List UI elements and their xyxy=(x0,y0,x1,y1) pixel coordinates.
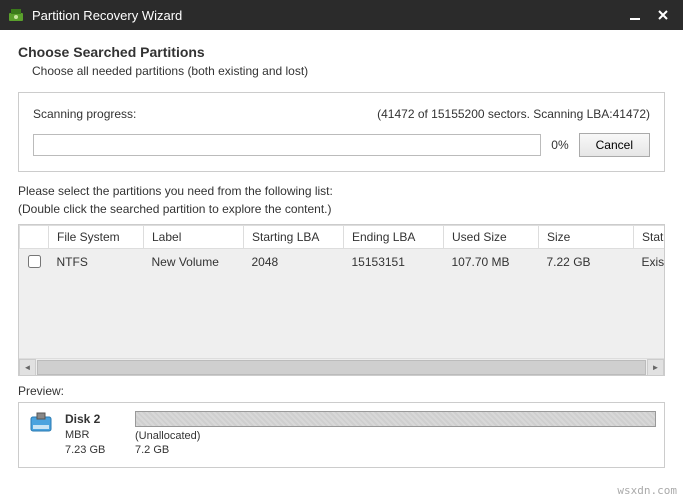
scanning-status: (41472 of 15155200 sectors. Scanning LBA… xyxy=(377,107,650,121)
page-subheading: Choose all needed partitions (both exist… xyxy=(32,64,665,78)
col-filesystem[interactable]: File System xyxy=(49,226,144,249)
col-size[interactable]: Size xyxy=(539,226,634,249)
cell-starting-lba: 2048 xyxy=(244,249,344,278)
partition-bar-label-1: (Unallocated) xyxy=(135,429,656,443)
disk-icon xyxy=(27,411,55,439)
minimize-button[interactable] xyxy=(623,3,647,27)
progress-percent: 0% xyxy=(551,138,568,152)
partition-bar[interactable] xyxy=(135,411,656,427)
cell-label: New Volume xyxy=(144,249,244,278)
disk-type: MBR xyxy=(65,428,125,443)
col-status[interactable]: Status xyxy=(634,226,665,249)
preview-label: Preview: xyxy=(18,384,665,398)
close-button[interactable] xyxy=(651,3,675,27)
cell-size: 7.22 GB xyxy=(539,249,634,278)
scroll-left-arrow[interactable]: ◄ xyxy=(19,359,36,376)
cell-ending-lba: 15153151 xyxy=(344,249,444,278)
window-title: Partition Recovery Wizard xyxy=(32,8,619,23)
cell-status: Existing xyxy=(634,249,665,278)
col-check[interactable] xyxy=(20,226,49,249)
disk-size: 7.23 GB xyxy=(65,443,125,458)
preview-panel: Disk 2 MBR 7.23 GB (Unallocated) 7.2 GB xyxy=(18,402,665,468)
scanning-panel: Scanning progress: (41472 of 15155200 se… xyxy=(18,92,665,172)
scroll-right-arrow[interactable]: ► xyxy=(647,359,664,376)
table-header-row: File System Label Starting LBA Ending LB… xyxy=(20,226,665,249)
watermark: wsxdn.com xyxy=(617,484,677,497)
col-used-size[interactable]: Used Size xyxy=(444,226,539,249)
col-starting-lba[interactable]: Starting LBA xyxy=(244,226,344,249)
content-area: Choose Searched Partitions Choose all ne… xyxy=(0,30,683,468)
scanning-label: Scanning progress: xyxy=(33,107,136,121)
table-scroll-area[interactable]: File System Label Starting LBA Ending LB… xyxy=(19,225,664,375)
progress-bar xyxy=(33,134,541,156)
app-icon xyxy=(8,7,24,23)
col-label[interactable]: Label xyxy=(144,226,244,249)
horizontal-scrollbar[interactable]: ◄ ► xyxy=(19,358,664,375)
instructions-line-2: (Double click the searched partition to … xyxy=(18,200,665,218)
titlebar: Partition Recovery Wizard xyxy=(0,0,683,30)
table-row[interactable]: NTFS New Volume 2048 15153151 107.70 MB … xyxy=(20,249,665,278)
instructions-line-1: Please select the partitions you need fr… xyxy=(18,182,665,200)
partition-table: File System Label Starting LBA Ending LB… xyxy=(18,224,665,376)
cell-used-size: 107.70 MB xyxy=(444,249,539,278)
col-ending-lba[interactable]: Ending LBA xyxy=(344,226,444,249)
instructions: Please select the partitions you need fr… xyxy=(18,182,665,218)
scroll-thumb[interactable] xyxy=(37,360,646,375)
partition-bar-area: (Unallocated) 7.2 GB xyxy=(135,411,656,458)
row-checkbox[interactable] xyxy=(28,255,41,268)
partition-bar-label-2: 7.2 GB xyxy=(135,443,656,457)
cell-filesystem: NTFS xyxy=(49,249,144,278)
disk-name: Disk 2 xyxy=(65,411,125,428)
disk-info: Disk 2 MBR 7.23 GB xyxy=(65,411,125,459)
cancel-button[interactable]: Cancel xyxy=(579,133,650,157)
page-heading: Choose Searched Partitions xyxy=(18,44,665,60)
